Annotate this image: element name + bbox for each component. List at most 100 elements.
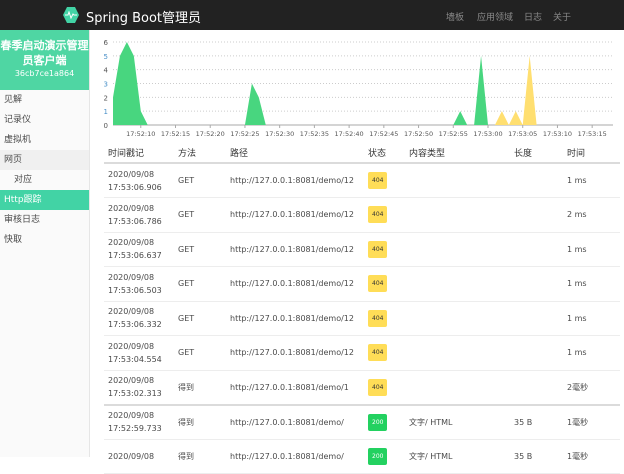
path-cell: http://127.0.0.1:8081/demo/12	[226, 197, 364, 233]
content-type-cell: 文字/ HTML	[405, 439, 510, 474]
content-type-cell	[405, 370, 510, 406]
nav-wallboard[interactable]: 墙板	[446, 10, 464, 23]
timestamp-cell: 2020/09/08	[104, 439, 174, 474]
method-cell: GET	[174, 301, 226, 336]
sidebar-item[interactable]: 审核日志	[0, 210, 89, 230]
timestamp-cell: 2020/09/08 17:53:06.906	[104, 163, 174, 198]
table-row[interactable]: 2020/09/08 17:53:06.332 GET http://127.0.…	[104, 301, 620, 336]
column-header[interactable]: 长度	[510, 143, 563, 164]
timestamp-cell: 2020/09/08 17:53:06.637	[104, 232, 174, 267]
x-tick-label: 17:53:10	[543, 130, 572, 138]
path-cell: http://127.0.0.1:8081/demo/12	[226, 335, 364, 371]
column-header[interactable]: 时间	[563, 143, 620, 164]
table-row[interactable]: 2020/09/08 17:53:06.786 GET http://127.0.…	[104, 197, 620, 233]
length-cell	[510, 301, 563, 336]
sidebar-item[interactable]: 见解	[0, 90, 89, 110]
nav-journal[interactable]: 日志	[524, 10, 542, 23]
x-tick-label: 17:52:55	[439, 130, 468, 138]
method-cell: GET	[174, 335, 226, 371]
table-row[interactable]: 2020/09/08 17:52:59.733 得到 http://127.0.0…	[104, 404, 620, 440]
column-header[interactable]: 方法	[174, 143, 226, 164]
y-tick-label: 3	[104, 81, 108, 89]
content-type-cell: 文字/ HTML	[405, 404, 510, 440]
path-cell: http://127.0.0.1:8081/demo/12	[226, 266, 364, 302]
path-cell: http://127.0.0.1:8081/demo/	[226, 439, 364, 474]
x-tick-label: 17:52:50	[404, 130, 433, 138]
column-header[interactable]: 内容类型	[405, 143, 510, 164]
length-cell	[510, 163, 563, 198]
date: 2020/09/08	[108, 451, 155, 461]
sidebar-item[interactable]: 网页	[0, 150, 89, 170]
sidebar-item[interactable]: 虚拟机	[0, 130, 89, 150]
status-cell: 404	[364, 197, 405, 233]
duration-cell: 1毫秒	[563, 439, 620, 474]
duration-cell: 1 ms	[563, 335, 620, 371]
column-header[interactable]: 状态	[364, 143, 405, 164]
length-cell	[510, 232, 563, 267]
http-traces-table: 时间戳记 方法 路径 状态 内容类型 长度 时间 2020/09/08 17:53:06.90…	[104, 143, 620, 474]
content-type-cell	[405, 197, 510, 233]
path-cell: http://127.0.0.1:8081/demo/12	[226, 163, 364, 198]
path-cell: http://127.0.0.1:8081/demo/1	[226, 370, 364, 406]
table-row[interactable]: 2020/09/08 17:53:06.906 GET http://127.0.…	[104, 163, 620, 198]
y-tick-label: 0	[104, 122, 108, 130]
status-cell: 404	[364, 163, 405, 198]
table-row[interactable]: 2020/09/08 17:53:06.503 GET http://127.0.…	[104, 266, 620, 302]
table-row[interactable]: 2020/09/08 17:53:06.637 GET http://127.0.…	[104, 232, 620, 267]
instance-id: 36cb7ce1a864	[14, 69, 75, 78]
time: 17:53:06.786	[108, 216, 162, 226]
status-cell: 404	[364, 335, 405, 371]
method-cell: GET	[174, 232, 226, 267]
table-row[interactable]: 2020/09/08 17:53:02.313 得到 http://127.0.0…	[104, 370, 620, 406]
length-cell: 35 B	[510, 404, 563, 440]
method-cell: GET	[174, 197, 226, 233]
status-badge: 404	[368, 309, 388, 327]
path-cell: http://127.0.0.1:8081/demo/	[226, 404, 364, 440]
x-tick-label: 17:52:20	[196, 130, 225, 138]
time: 17:53:06.637	[108, 251, 162, 261]
timestamp-cell: 2020/09/08 17:53:06.503	[104, 266, 174, 302]
date: 2020/09/08	[108, 411, 155, 420]
column-header[interactable]: 时间戳记	[104, 143, 174, 164]
method-cell: GET	[174, 163, 226, 198]
length-cell	[510, 197, 563, 233]
date: 2020/09/08	[108, 203, 155, 213]
method-cell: 得到	[174, 404, 226, 440]
sidebar-item[interactable]: 快取	[0, 230, 89, 250]
brand-title[interactable]: Spring Boot管理员	[86, 7, 201, 26]
sidebar-item[interactable]: 记录仪	[0, 110, 89, 130]
duration-cell: 1 ms	[563, 266, 620, 302]
path-cell: http://127.0.0.1:8081/demo/12	[226, 232, 364, 267]
top-navbar: Spring Boot管理员 墙板 应用领域 日志 关于	[0, 0, 624, 30]
spring-boot-admin-logo-icon[interactable]	[63, 7, 79, 23]
path-cell: http://127.0.0.1:8081/demo/12	[226, 301, 364, 336]
nav-applications[interactable]: 应用领域	[477, 10, 513, 23]
duration-cell: 2毫秒	[563, 370, 620, 406]
timestamp-cell: 2020/09/08 17:53:06.786	[104, 197, 174, 233]
x-tick-label: 17:52:45	[369, 130, 398, 138]
duration-cell: 1 ms	[563, 301, 620, 336]
sidebar-item[interactable]: Http跟踪	[0, 190, 89, 210]
table-row[interactable]: 2020/09/08 17:53:04.554 GET http://127.0.…	[104, 335, 620, 371]
x-tick-label: 17:53:00	[473, 130, 502, 138]
x-tick-label: 17:52:30	[265, 130, 294, 138]
column-header[interactable]: 路径	[226, 143, 364, 164]
status-badge: 404	[368, 172, 388, 189]
time: 17:53:04.554	[108, 354, 162, 364]
y-tick-label: 5	[104, 53, 108, 61]
length-cell: 35 B	[510, 439, 563, 474]
sidebar: 春季启动演示管理员客户端 36cb7ce1a864 见解 记录仪 虚拟机 网页 对应 Ht…	[0, 30, 90, 457]
status-cell: 200	[364, 439, 405, 474]
nav-about[interactable]: 关于	[553, 10, 571, 23]
status-badge: 404	[368, 275, 388, 293]
date: 2020/09/08	[108, 376, 155, 385]
date: 2020/09/08	[108, 341, 155, 351]
status-cell: 404	[364, 370, 405, 406]
sidebar-item[interactable]: 对应	[0, 170, 89, 190]
status-cell: 404	[364, 232, 405, 267]
x-tick-label: 17:52:40	[335, 130, 364, 138]
table-row[interactable]: 2020/09/08 得到 http://127.0.0.1:8081/demo…	[104, 439, 620, 474]
y-tick-label: 2	[104, 94, 108, 102]
http-traces-chart: 0 1 2 3 4 5 6 17:52:10 17:52:15 17:52:20 17:52:25 1…	[104, 39, 613, 138]
x-tick-label: 17:53:05	[508, 130, 537, 138]
